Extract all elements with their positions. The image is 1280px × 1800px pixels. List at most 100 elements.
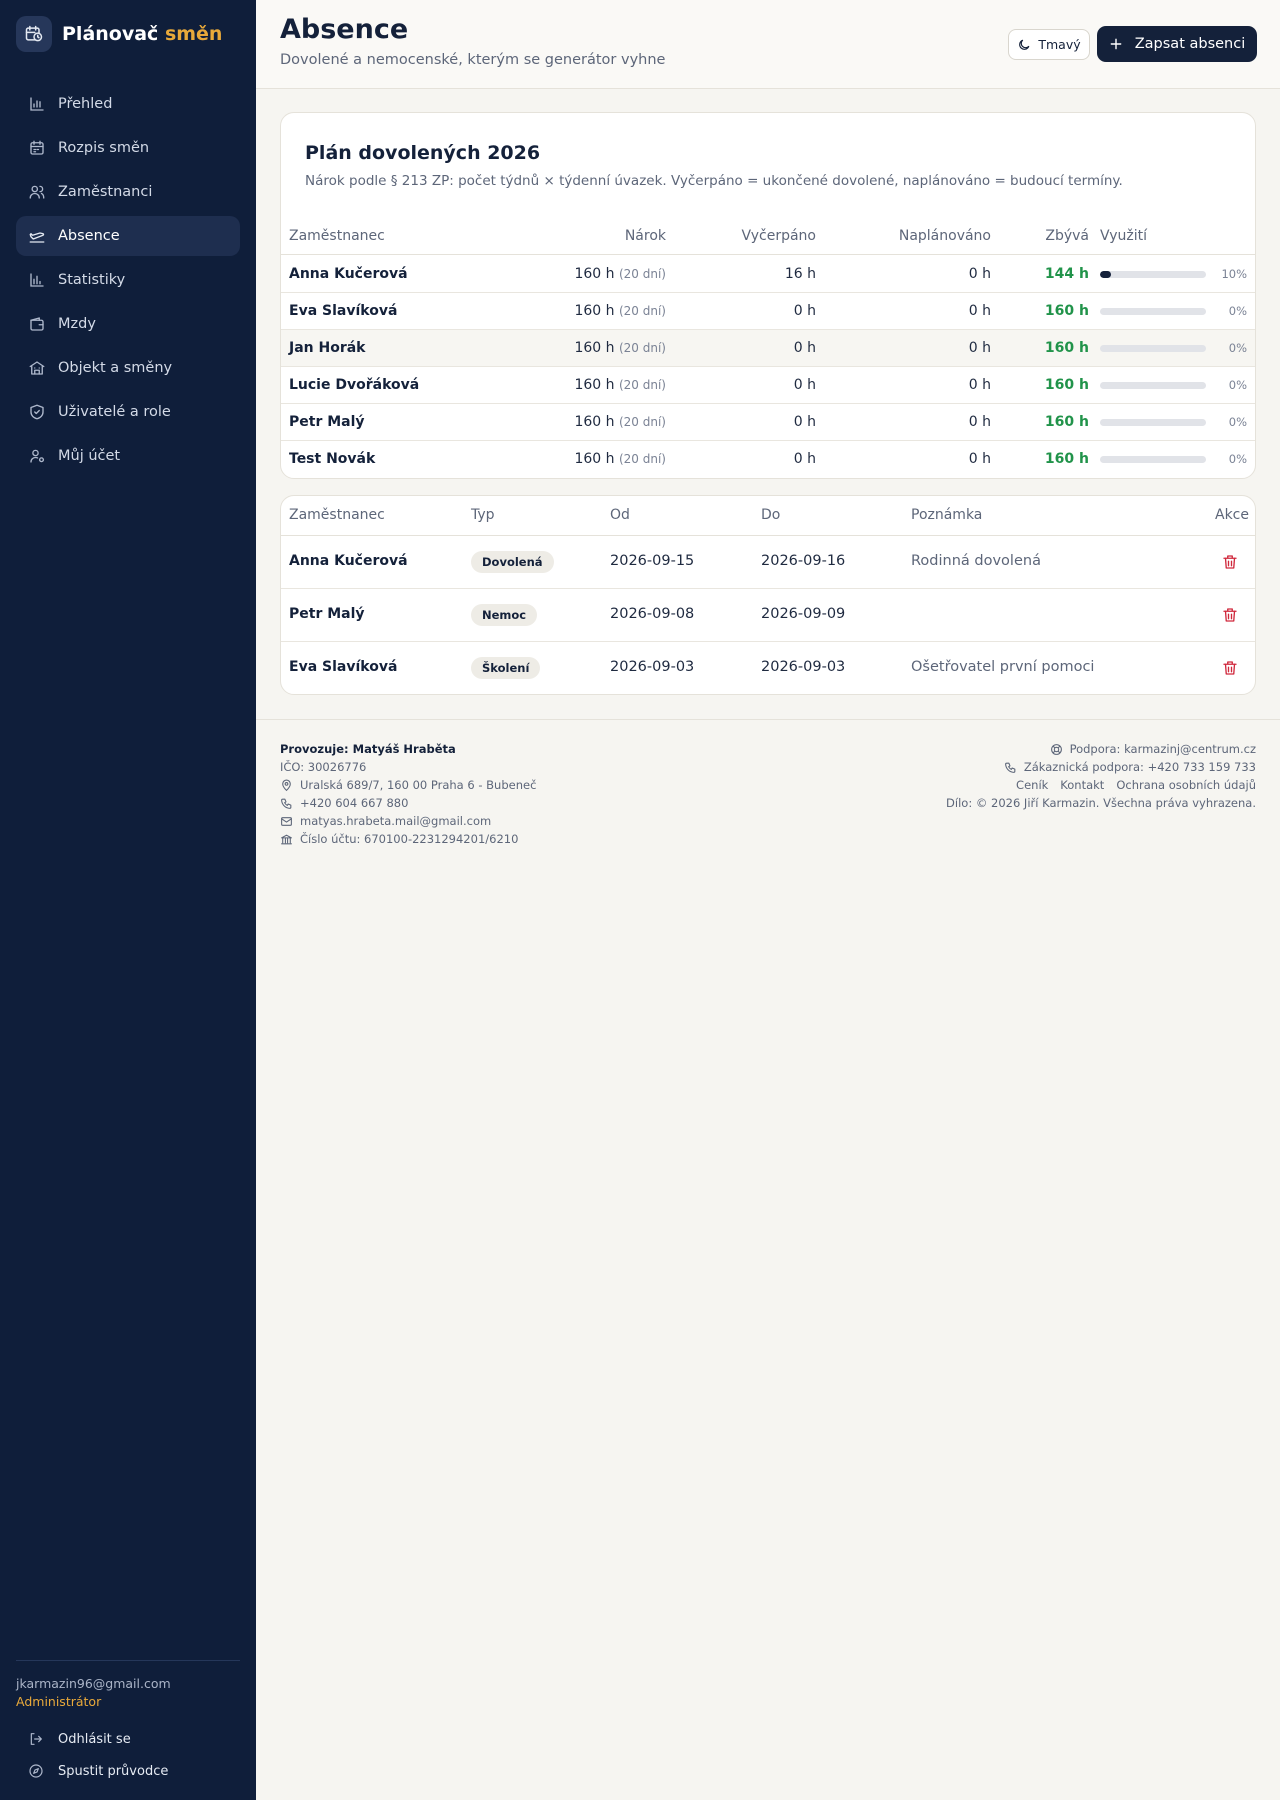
to-date: 2026-09-03 [761,659,846,675]
sidebar-item-zamestnanci[interactable]: Zaměstnanci [16,172,240,212]
table-row[interactable]: Anna Kučerová 160 h (20 dní) 16 h 0 h 14… [281,256,1255,293]
sidebar-item-label: Mzdy [58,316,96,332]
absence-type-badge: Dovolená [471,551,554,573]
vacation-plan-title: Plán dovolených 2026 [305,142,541,164]
planned-cell: 0 h [968,451,991,467]
usage-percent: 0% [1228,452,1247,466]
absence-type-badge: Školení [471,657,541,679]
moon-icon [1017,38,1031,52]
usage-bar [1100,419,1206,426]
link-cenik[interactable]: Ceník [1016,778,1048,792]
trash-icon[interactable] [1221,553,1239,571]
link-privacy[interactable]: Ochrana osobních údajů [1116,778,1256,792]
add-absence-label: Zapsat absenci [1134,36,1246,52]
sidebar-item-label: Statistiky [58,272,126,288]
bank-icon [280,833,293,846]
bar-chart-icon [28,95,46,113]
table-row[interactable]: Petr Malý 160 h (20 dní) 0 h 0 h 160 h 0… [281,404,1255,441]
used-cell: 0 h [793,377,816,393]
used-cell: 0 h [793,303,816,319]
used-cell: 0 h [793,414,816,430]
operator-phone[interactable]: +420 604 667 880 [280,794,536,812]
operator-name: Provozuje: Matyáš Hraběta [280,742,456,756]
user-gear-icon [28,447,46,465]
entitlement-cell: 160 h (20 dní) [574,414,666,430]
sidebar-footer: jkarmazin96@gmail.com Administrátor Odhl… [16,1660,240,1787]
sidebar-item-objekt[interactable]: Objekt a směny [16,348,240,388]
column-header: Naplánováno [898,228,991,244]
theme-toggle-label: Tmavý [1038,37,1081,52]
sidebar-item-ucet[interactable]: Můj účet [16,436,240,476]
main-content: Absence Dovolené a nemocenské, kterým se… [256,0,1280,1800]
table-row[interactable]: Petr Malý Nemoc 2026-09-08 2026-09-09 [281,589,1255,642]
link-kontakt[interactable]: Kontakt [1060,778,1104,792]
column-header: Zbývá [1045,228,1089,244]
remaining-cell: 160 h [1044,303,1089,319]
table-row[interactable]: Anna Kučerová Dovolená 2026-09-15 2026-0… [281,536,1255,589]
add-absence-button[interactable]: Zapsat absenci [1097,26,1257,62]
absences-table-body: Anna Kučerová Dovolená 2026-09-15 2026-0… [281,536,1255,694]
column-header: Typ [471,507,495,523]
customer-support-phone[interactable]: Zákaznická podpora: +420 733 159 733 [946,758,1256,776]
vacation-table-header: Zaměstnanec Nárok Vyčerpáno Naplánováno … [281,219,1255,255]
sidebar-item-uzivatele[interactable]: Uživatelé a role [16,392,240,432]
employee-name: Anna Kučerová [289,553,408,569]
column-header: Zaměstnanec [289,228,385,244]
column-header: Od [610,507,630,523]
sidebar-item-statistiky[interactable]: Statistiky [16,260,240,300]
remaining-cell: 160 h [1044,340,1089,356]
remaining-cell: 160 h [1044,377,1089,393]
users-icon [28,183,46,201]
plus-icon [1109,37,1123,51]
entitlement-cell: 160 h (20 dní) [574,377,666,393]
table-row[interactable]: Eva Slavíková 160 h (20 dní) 0 h 0 h 160… [281,293,1255,330]
phone-icon [1004,761,1017,774]
sidebar-item-prehled[interactable]: Přehled [16,84,240,124]
support-email[interactable]: Podpora: karmazinj@centrum.cz [946,740,1256,758]
sidebar-item-mzdy[interactable]: Mzdy [16,304,240,344]
remaining-cell: 160 h [1044,451,1089,467]
start-guide-button[interactable]: Spustit průvodce [16,1755,240,1787]
usage-bar [1100,382,1206,389]
copyright: Dílo: © 2026 Jiří Karmazin. Všechna práv… [946,796,1256,810]
page-subtitle: Dovolené a nemocenské, kterým se generát… [280,52,666,68]
employee-name: Lucie Dvořáková [289,377,420,393]
operator-ico: IČO: 30026776 [280,760,367,774]
note-cell: Ošetřovatel první pomoci [911,659,1095,675]
operator-email[interactable]: matyas.hrabeta.mail@gmail.com [280,812,536,830]
phone-icon [280,797,293,810]
trash-icon[interactable] [1221,606,1239,624]
column-header: Nárok [624,228,666,244]
column-header: Do [761,507,781,523]
employee-name: Anna Kučerová [289,266,408,282]
table-row[interactable]: Jan Horák 160 h (20 dní) 0 h 0 h 160 h 0… [281,330,1255,367]
planned-cell: 0 h [968,303,991,319]
used-cell: 0 h [793,340,816,356]
sidebar-item-label: Uživatelé a role [58,404,171,420]
employee-name: Eva Slavíková [289,303,398,319]
compass-icon [28,1763,44,1779]
table-row[interactable]: Test Novák 160 h (20 dní) 0 h 0 h 160 h … [281,441,1255,478]
sidebar-item-absence[interactable]: Absence [16,216,240,256]
usage-bar [1100,345,1206,352]
sidebar-item-rozpis[interactable]: Rozpis směn [16,128,240,168]
planned-cell: 0 h [968,340,991,356]
theme-toggle-button[interactable]: Tmavý [1008,29,1090,60]
usage-bar-fill [1100,271,1111,278]
brand[interactable]: Plánovač směn [16,16,222,52]
support-info: Podpora: karmazinj@centrum.cz Zákaznická… [946,740,1256,812]
vacation-table-body: Anna Kučerová 160 h (20 dní) 16 h 0 h 14… [281,256,1255,478]
logout-button[interactable]: Odhlásit se [16,1723,240,1755]
sidebar-item-label: Zaměstnanci [58,184,153,200]
operator-address: Uralská 689/7, 160 00 Praha 6 - Bubeneč [280,776,536,794]
table-row[interactable]: Lucie Dvořáková 160 h (20 dní) 0 h 0 h 1… [281,367,1255,404]
sidebar-item-label: Absence [58,228,120,244]
usage-bar [1100,271,1206,278]
sidebar-item-label: Můj účet [58,448,121,464]
to-date: 2026-09-09 [761,606,846,622]
table-row[interactable]: Eva Slavíková Školení 2026-09-03 2026-09… [281,642,1255,694]
trash-icon[interactable] [1221,659,1239,677]
start-guide-label: Spustit průvodce [58,1763,169,1779]
vacation-plan-description: Nárok podle § 213 ZP: počet týdnů × týde… [305,173,1123,189]
usage-percent: 0% [1228,341,1247,355]
